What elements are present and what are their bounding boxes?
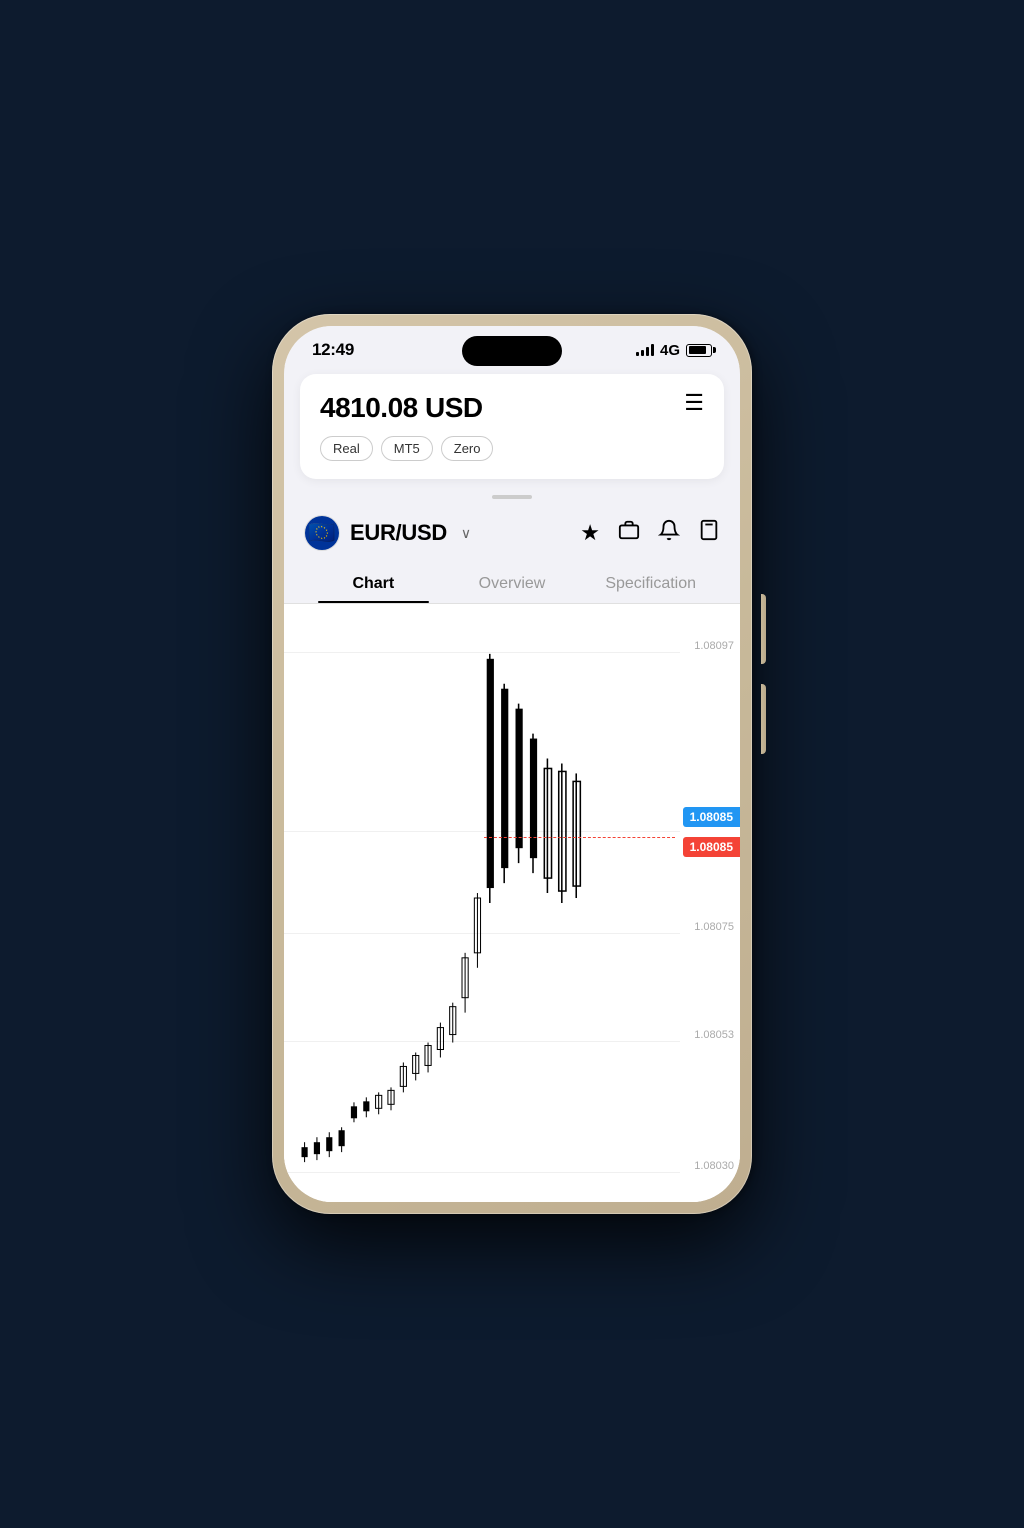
favorite-icon[interactable]: ★ — [580, 520, 600, 546]
briefcase-icon[interactable] — [618, 519, 640, 547]
price-badge-red-container: 1.08085 — [683, 837, 740, 857]
tag-real[interactable]: Real — [320, 436, 373, 461]
calculator-icon[interactable] — [698, 519, 720, 547]
price-badge-blue-container: 1.08085 — [683, 807, 740, 827]
currency-left[interactable]: 🇪🇺 EUR/USD ∨ — [304, 515, 471, 551]
eu-flag-icon: 🇪🇺 — [305, 516, 339, 550]
battery-fill — [689, 346, 707, 354]
signal-bar-3 — [646, 347, 649, 356]
account-tags: Real MT5 Zero — [320, 436, 493, 461]
tag-zero[interactable]: Zero — [441, 436, 494, 461]
status-bar: 12:49 4G — [284, 326, 740, 366]
signal-bar-2 — [641, 350, 644, 356]
tab-overview[interactable]: Overview — [443, 563, 582, 603]
price-label-1: 1.08097 — [694, 640, 734, 652]
bell-icon[interactable] — [658, 519, 680, 547]
signal-bar-1 — [636, 352, 639, 356]
phone-frame: 12:49 4G 4810 — [272, 314, 752, 1214]
drag-handle — [492, 495, 532, 499]
signal-bar-4 — [651, 344, 654, 356]
chart-container: 1.08097 1.08085 1.08085 1.08075 1.08053 … — [284, 604, 740, 1202]
price-badge-red: 1.08085 — [683, 837, 740, 857]
chart-area: 1.08097 1.08085 1.08085 1.08075 1.08053 … — [284, 604, 740, 1202]
price-label-3: 1.08075 — [694, 921, 734, 933]
currency-flag: 🇪🇺 — [304, 515, 340, 551]
account-balance: 4810.08 USD — [320, 392, 493, 424]
tag-mt5[interactable]: MT5 — [381, 436, 433, 461]
currency-actions: ★ — [580, 519, 720, 547]
phone-screen: 12:49 4G 4810 — [284, 326, 740, 1202]
candlestick-chart — [284, 604, 675, 1202]
chevron-down-icon[interactable]: ∨ — [461, 525, 471, 542]
currency-header: 🇪🇺 EUR/USD ∨ ★ — [284, 503, 740, 563]
account-card: 4810.08 USD Real MT5 Zero ☰ — [300, 374, 724, 479]
network-type: 4G — [660, 342, 680, 359]
battery-icon — [686, 344, 712, 357]
currency-pair-name: EUR/USD — [350, 520, 447, 546]
price-badge-blue: 1.08085 — [683, 807, 740, 827]
signal-bars-icon — [636, 344, 654, 356]
status-icons: 4G — [636, 342, 712, 359]
volume-down-button[interactable] — [761, 684, 766, 754]
price-label-5: 1.08030 — [694, 1160, 734, 1172]
price-label-4: 1.08053 — [694, 1029, 734, 1041]
menu-button[interactable]: ☰ — [684, 392, 704, 414]
tabs-bar: Chart Overview Specification — [284, 563, 740, 604]
tab-specification[interactable]: Specification — [581, 563, 720, 603]
tab-chart[interactable]: Chart — [304, 563, 443, 603]
account-info: 4810.08 USD Real MT5 Zero — [320, 392, 493, 461]
dynamic-island — [462, 336, 562, 366]
status-time: 12:49 — [312, 340, 354, 360]
volume-up-button[interactable] — [761, 594, 766, 664]
